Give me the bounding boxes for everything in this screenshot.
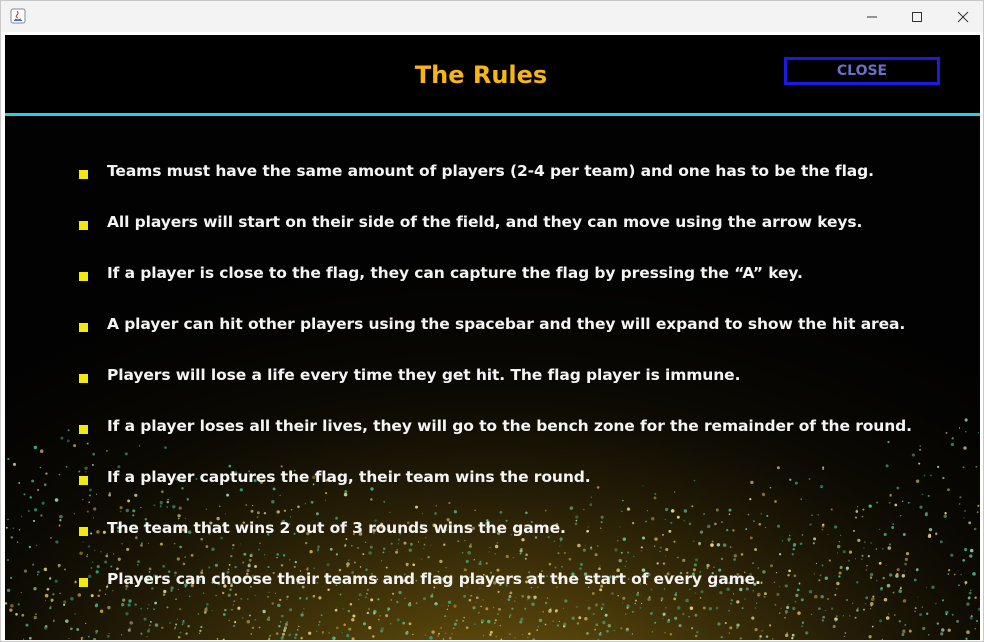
bullet-icon (79, 170, 88, 179)
list-item: Players will lose a life every time they… (5, 364, 980, 388)
close-icon (957, 11, 969, 22)
bullet-icon (79, 323, 88, 332)
list-item: If a player captures the flag, their tea… (5, 466, 980, 490)
bullet-icon (79, 578, 88, 587)
maximize-icon (912, 11, 922, 22)
list-item: All players will start on their side of … (5, 211, 980, 235)
list-item: The team that wins 2 out of 3 rounds win… (5, 517, 980, 541)
title-bar (1, 1, 983, 32)
list-item: If a player loses all their lives, they … (5, 415, 980, 439)
rule-text: Players will lose a life every time they… (107, 366, 741, 384)
bullet-icon (79, 476, 88, 485)
rule-text: The team that wins 2 out of 3 rounds win… (107, 519, 566, 537)
list-item: If a player is close to the flag, they c… (5, 262, 980, 286)
close-button[interactable]: CLOSE (784, 57, 940, 85)
minimize-button[interactable] (849, 1, 895, 32)
maximize-button[interactable] (894, 1, 940, 32)
bullet-icon (79, 425, 88, 434)
rule-text: A player can hit other players using the… (107, 315, 906, 333)
java-app-icon (10, 8, 26, 24)
rule-text: If a player is close to the flag, they c… (107, 264, 803, 282)
sparkle-background (5, 35, 980, 640)
rule-text: If a player loses all their lives, they … (107, 417, 912, 435)
header-divider (5, 113, 980, 116)
rule-text: Players can choose their teams and flag … (107, 570, 761, 588)
header-bar: The Rules CLOSE (5, 35, 980, 114)
minimize-icon (867, 16, 877, 17)
rules-panel: The Rules CLOSE Teams must have the same… (5, 35, 980, 640)
list-item: Players can choose their teams and flag … (5, 568, 980, 592)
list-item: A player can hit other players using the… (5, 313, 980, 337)
rules-window: The Rules CLOSE Teams must have the same… (0, 0, 984, 642)
window-close-button[interactable] (940, 1, 984, 32)
bullet-icon (79, 221, 88, 230)
rule-text: Teams must have the same amount of playe… (107, 162, 874, 180)
list-item: Teams must have the same amount of playe… (5, 160, 980, 184)
bullet-icon (79, 527, 88, 536)
rule-text: If a player captures the flag, their tea… (107, 468, 591, 486)
rule-text: All players will start on their side of … (107, 213, 863, 231)
bullet-icon (79, 272, 88, 281)
bullet-icon (79, 374, 88, 383)
